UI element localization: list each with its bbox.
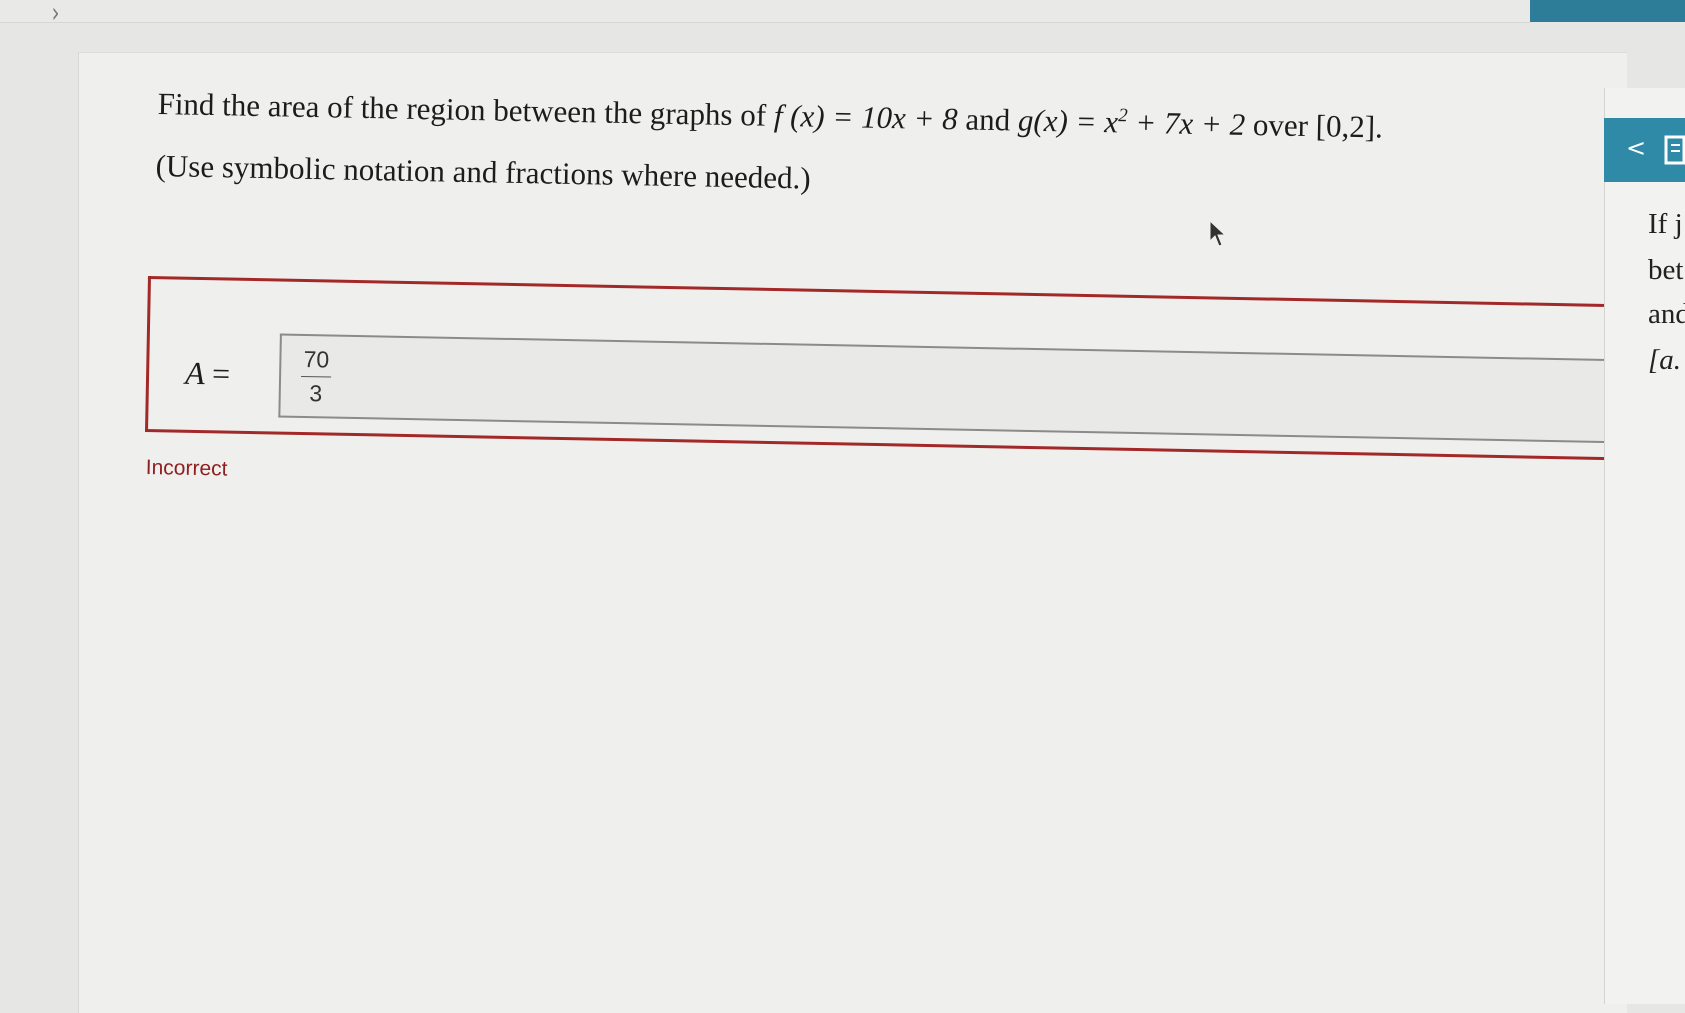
fraction-bar xyxy=(301,375,332,378)
top-accent-bar xyxy=(1530,0,1685,22)
g-expression: g(x) = x2 + 7x + 2 xyxy=(1017,102,1246,142)
side-text-line: and xyxy=(1648,298,1685,330)
answer-container: A = 70 3 xyxy=(145,276,1652,461)
and-text: and xyxy=(957,101,1019,138)
side-tab: < xyxy=(1604,118,1685,182)
f-expression: f (x) = 10x + 8 xyxy=(773,97,959,137)
fraction-denominator: 3 xyxy=(309,380,323,407)
mouse-cursor-icon xyxy=(1209,220,1227,247)
feedback-status: Incorrect xyxy=(145,456,228,481)
side-text-line: If j xyxy=(1648,208,1683,240)
interval-text: [0,2]. xyxy=(1315,108,1384,145)
over-text: over xyxy=(1244,106,1317,144)
side-text-line: bet xyxy=(1648,254,1684,286)
answer-input[interactable]: 70 3 xyxy=(278,333,1652,444)
answer-label: A = xyxy=(184,354,231,392)
question-panel xyxy=(78,52,1627,1013)
side-text-line: [a. xyxy=(1648,344,1682,376)
fraction-numerator: 70 xyxy=(303,346,330,373)
previous-button[interactable]: < xyxy=(1626,134,1646,162)
top-strip xyxy=(0,0,1530,23)
book-icon[interactable] xyxy=(1664,135,1685,165)
chevron-right-icon[interactable]: › xyxy=(52,0,60,29)
answer-fraction: 70 3 xyxy=(301,346,332,408)
